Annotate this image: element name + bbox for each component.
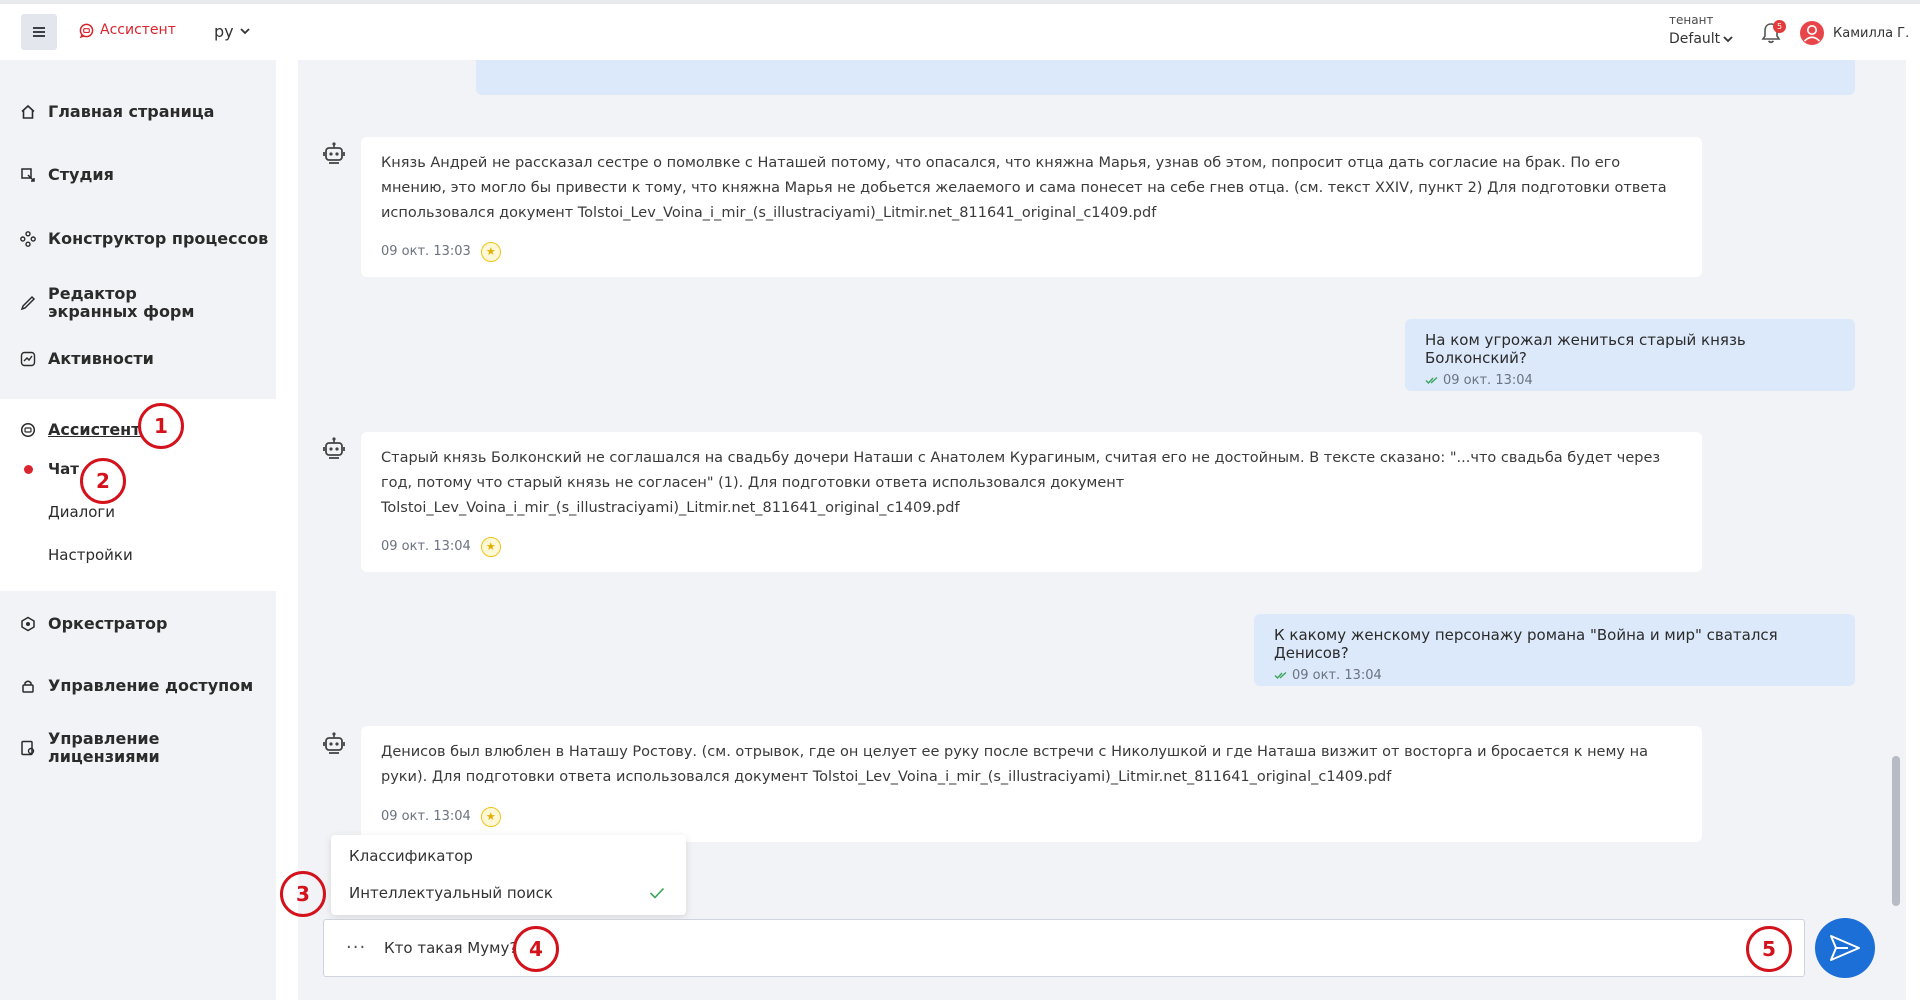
avatar-icon	[1800, 21, 1824, 45]
mode-option-classifier[interactable]: Классификатор	[349, 847, 473, 865]
sidebar-subitem-chat[interactable]: Чат	[48, 460, 79, 478]
bot-message: Старый князь Болконский не соглашался на…	[361, 432, 1702, 572]
app-header: Ассистент ру тенант Default 5 Камилла Г.	[0, 4, 1920, 60]
assistant-icon	[20, 422, 36, 438]
message-time: 09 окт. 13:04	[381, 539, 471, 554]
menu-toggle-button[interactable]	[21, 14, 57, 50]
message-time: 09 окт. 13:04	[1292, 668, 1382, 683]
user-message: К какому женскому персонажу романа "Войн…	[1254, 614, 1855, 686]
message-time: 09 окт. 13:04	[381, 809, 471, 824]
notifications-button[interactable]: 5	[1761, 20, 1786, 48]
app-logo[interactable]: Ассистент	[79, 22, 176, 38]
sidebar-item-licenses[interactable]: Управление лицензиями	[0, 730, 276, 766]
rate-star-icon[interactable]: ★	[480, 241, 501, 262]
sidebar-item-process-builder[interactable]: Конструктор процессов	[0, 230, 276, 248]
chevron-down-icon	[239, 28, 250, 35]
checkmark-icon	[649, 887, 665, 899]
activity-icon	[20, 351, 36, 367]
user-message: На ком угрожал жениться старый князь Бол…	[1405, 319, 1855, 391]
home-icon	[20, 104, 36, 120]
language-selector[interactable]: ру	[214, 22, 250, 41]
lock-icon	[20, 678, 36, 694]
bot-avatar	[320, 141, 348, 169]
sidebar-subitem-settings[interactable]: Настройки	[48, 546, 133, 564]
robot-icon	[323, 437, 345, 459]
assistant-logo-icon	[79, 23, 94, 38]
message-text: На ком угрожал жениться старый князь Бол…	[1425, 331, 1746, 367]
logo-text: Ассистент	[100, 22, 176, 38]
sidebar-subitem-dialogs[interactable]: Диалоги	[48, 503, 115, 521]
robot-icon	[323, 732, 345, 754]
mode-option-intelligent-search[interactable]: Интеллектуальный поиск	[349, 884, 553, 902]
tenant-selector[interactable]: тенант Default	[1669, 13, 1733, 47]
sidebar-item-studio[interactable]: Студия	[0, 166, 276, 184]
message-input[interactable]	[384, 934, 1764, 962]
message-text: Денисов был влюблен в Наташу Ростову. (с…	[381, 744, 1648, 785]
sidebar-item-orchestrator[interactable]: Оркестратор	[0, 615, 276, 633]
sidebar-item-label: Студия	[48, 165, 114, 184]
notification-badge: 5	[1773, 20, 1786, 33]
robot-icon	[323, 142, 345, 164]
chat-scrollbar[interactable]	[1892, 756, 1900, 906]
annotation-marker-1: 1	[138, 403, 184, 449]
rate-star-icon[interactable]: ★	[480, 806, 501, 827]
double-check-icon	[1274, 671, 1287, 680]
sidebar-item-label: Редактор экранных форм	[48, 284, 195, 321]
tenant-label: тенант	[1669, 13, 1714, 27]
sidebar-item-label: Управление доступом	[48, 676, 254, 695]
mode-menu: Классификатор Интеллектуальный поиск	[331, 835, 686, 915]
sidebar-item-home[interactable]: Главная страница	[0, 103, 276, 121]
sidebar-item-label: Оркестратор	[48, 614, 168, 633]
user-name: Камилла Г.	[1833, 25, 1910, 41]
sidebar-item-label: Ассистент	[48, 420, 141, 439]
tenant-value: Default	[1669, 31, 1721, 47]
license-icon	[20, 740, 36, 756]
annotation-marker-2: 2	[80, 458, 126, 504]
message-text: Старый князь Болконский не соглашался на…	[381, 450, 1661, 516]
message-time: 09 окт. 13:04	[1443, 373, 1533, 388]
hamburger-icon	[33, 27, 45, 37]
annotation-marker-5: 5	[1746, 926, 1792, 972]
annotation-marker-4: 4	[513, 926, 559, 972]
form-editor-icon	[20, 295, 36, 311]
message-text: К какому женскому персонажу романа "Войн…	[1274, 626, 1778, 662]
sidebar: Главная страница Студия Конструктор проц…	[0, 60, 276, 1000]
sidebar-item-label: Активности	[48, 349, 154, 368]
sidebar-item-label: Управление лицензиями	[48, 729, 160, 766]
studio-icon	[20, 167, 36, 183]
bot-avatar	[320, 436, 348, 464]
sidebar-item-activities[interactable]: Активности	[0, 350, 276, 368]
double-check-icon	[1425, 376, 1438, 385]
message-time: 09 окт. 13:03	[381, 244, 471, 259]
send-button[interactable]	[1815, 918, 1875, 978]
user-message-partial	[476, 60, 1855, 95]
annotation-marker-3: 3	[280, 871, 326, 917]
user-menu[interactable]: Камилла Г.	[1799, 20, 1909, 46]
sidebar-item-label: Главная страница	[48, 102, 215, 121]
process-icon	[20, 231, 36, 247]
language-value: ру	[214, 22, 234, 41]
message-text: Князь Андрей не рассказал сестре о помол…	[381, 155, 1667, 221]
send-icon	[1830, 935, 1860, 961]
bot-message: Князь Андрей не рассказал сестре о помол…	[361, 137, 1702, 277]
chevron-down-icon	[1723, 35, 1733, 42]
sidebar-item-label: Конструктор процессов	[48, 229, 269, 248]
sidebar-item-access-control[interactable]: Управление доступом	[0, 677, 276, 695]
bot-avatar	[320, 731, 348, 759]
sidebar-item-form-editor[interactable]: Редактор экранных форм	[0, 285, 276, 321]
more-options-button[interactable]: ···	[346, 937, 366, 958]
bot-message: Денисов был влюблен в Наташу Ростову. (с…	[361, 726, 1702, 842]
orchestrator-icon	[20, 616, 36, 632]
active-indicator	[24, 465, 33, 474]
rate-star-icon[interactable]: ★	[480, 536, 501, 557]
